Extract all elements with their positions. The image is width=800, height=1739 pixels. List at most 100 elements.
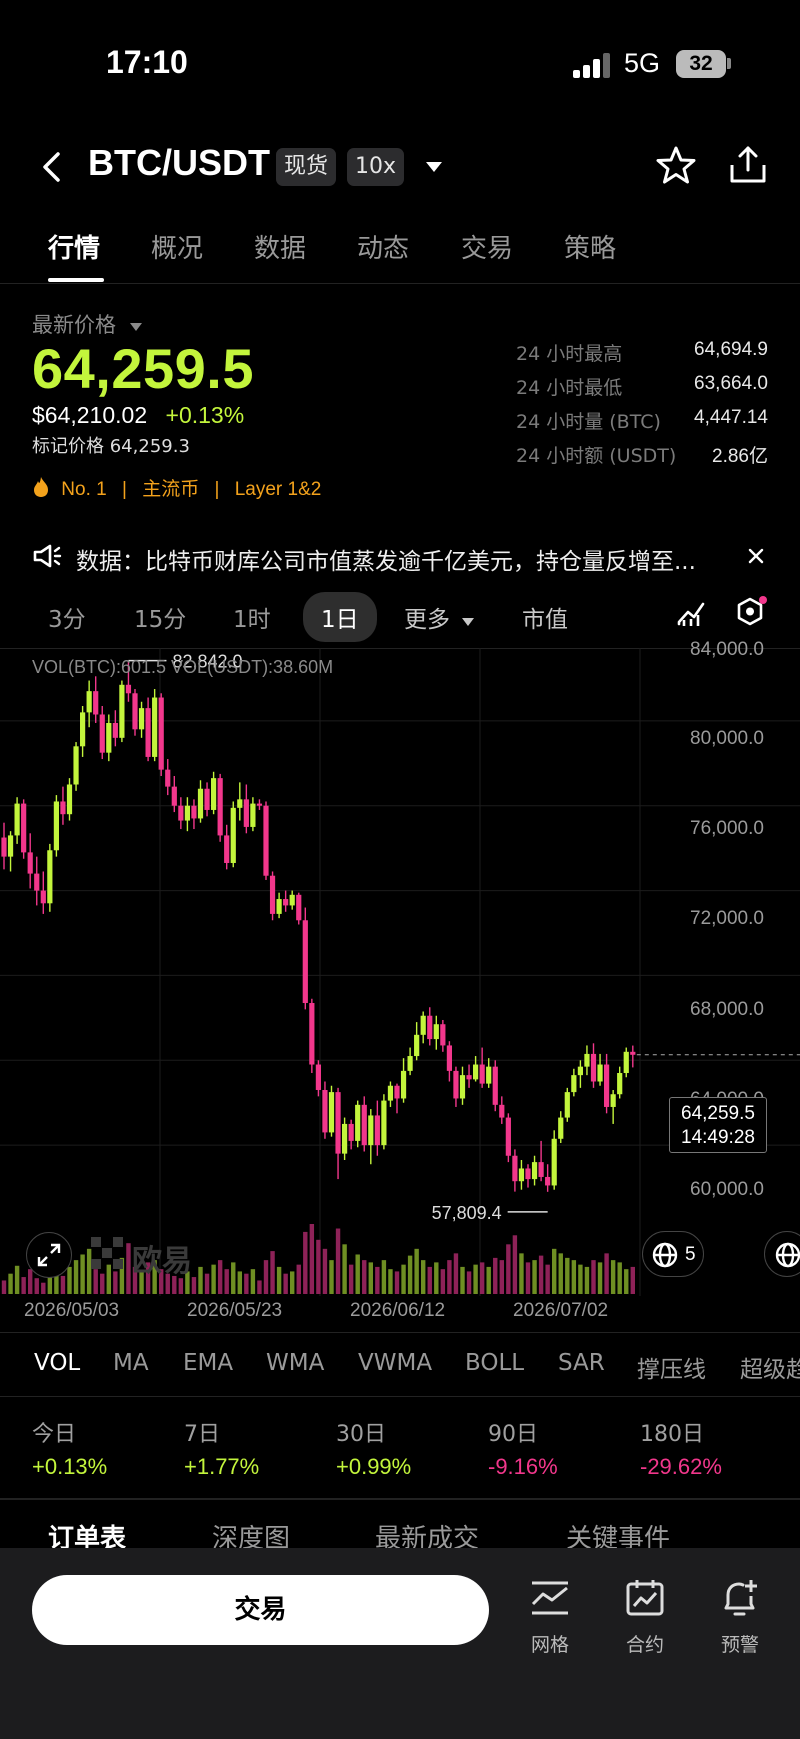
candle-body — [597, 1064, 603, 1082]
contract-button[interactable]: 合约 — [605, 1578, 685, 1656]
candle-body — [237, 799, 243, 808]
volume-bar — [460, 1266, 465, 1294]
pair-title[interactable]: BTC/USDT — [88, 142, 270, 184]
volume-bar — [342, 1244, 347, 1294]
watermark: 欧易 — [132, 1244, 192, 1279]
signal-icon — [573, 52, 613, 78]
candle-body — [165, 769, 171, 787]
star-icon[interactable] — [656, 145, 696, 189]
candle-body — [531, 1162, 538, 1180]
volume-bar — [244, 1273, 249, 1294]
tab-strategy[interactable]: 策略 — [564, 228, 616, 265]
alert-button[interactable]: 预警 — [700, 1578, 780, 1656]
volume-bar — [237, 1271, 242, 1294]
candle-body — [407, 1056, 413, 1071]
candle-body — [414, 1034, 420, 1057]
contract-label: 合约 — [625, 1634, 664, 1656]
volume-bar — [14, 1265, 20, 1294]
timeframe-1d[interactable]: 1日 — [303, 592, 377, 642]
candle-body — [86, 691, 92, 713]
volume-bar — [565, 1257, 570, 1294]
tab-data[interactable]: 数据 — [254, 228, 306, 265]
tab-market[interactable]: 行情 — [48, 228, 100, 265]
expand-chart-button[interactable] — [26, 1232, 72, 1278]
tab-feed[interactable]: 动态 — [357, 228, 409, 265]
current-price-tag: 64,259.5 — [681, 1103, 755, 1124]
indicator-vwma[interactable]: VWMA — [358, 1350, 432, 1376]
share-icon[interactable] — [728, 145, 768, 189]
volume-bar — [610, 1260, 616, 1294]
indicator-support-resistance[interactable]: 撑压线 — [637, 1350, 706, 1384]
candle-body — [93, 691, 99, 715]
indicator-boll[interactable]: BOLL — [465, 1350, 524, 1376]
back-icon[interactable] — [40, 150, 64, 184]
volume-bar — [204, 1273, 210, 1294]
candle-body — [630, 1051, 636, 1055]
battery-tip — [727, 58, 731, 69]
volume-bar — [421, 1260, 426, 1294]
indicator-vol[interactable]: VOL — [34, 1350, 80, 1376]
timeframe-1h[interactable]: 1时 — [233, 600, 271, 634]
volume-bar — [276, 1266, 282, 1294]
indicator-wma[interactable]: WMA — [266, 1350, 324, 1376]
trade-button[interactable]: 交易 — [32, 1575, 489, 1645]
candle-body — [525, 1168, 531, 1180]
category-badge[interactable]: 主流币 — [142, 479, 199, 500]
last-price: 64,259.5 — [32, 337, 254, 400]
indicator-ma[interactable]: MA — [113, 1350, 149, 1376]
candlestick-chart[interactable]: 82,842.057,809.4 — [0, 648, 800, 1296]
candle-body — [152, 697, 158, 757]
news-ticker[interactable]: 数据：比特币财库公司市值蒸发逾千亿美元，持仓量反增至... — [76, 542, 696, 576]
candle-body — [551, 1138, 557, 1186]
volume-bar — [329, 1260, 334, 1294]
events-badge[interactable]: 5 — [642, 1231, 704, 1277]
grid-label: 网格 — [530, 1634, 569, 1656]
timeframe-market-cap[interactable]: 市值 — [522, 600, 568, 634]
volume-bar — [362, 1260, 367, 1294]
okx-logo-icon — [90, 1236, 124, 1274]
timeframe-more-label: 更多 — [404, 607, 450, 633]
tab-overview[interactable]: 概况 — [151, 228, 203, 265]
candle-body — [112, 722, 118, 738]
close-icon[interactable] — [747, 547, 765, 569]
candle-body — [387, 1085, 394, 1101]
y-tick: 80,000.0 — [690, 728, 764, 749]
candle-body — [446, 1045, 452, 1071]
volume-bar — [584, 1266, 590, 1294]
price-change: +0.13% — [165, 402, 245, 428]
tab-trade[interactable]: 交易 — [461, 228, 513, 265]
candle-body — [197, 788, 204, 819]
timeframe-3m[interactable]: 3分 — [48, 600, 86, 634]
stat-value-turnover: 2.86亿 — [712, 446, 768, 467]
chart-settings-icon[interactable] — [734, 594, 770, 634]
volume-bar — [270, 1251, 275, 1294]
candle-body — [466, 1075, 472, 1080]
indicator-chart-icon[interactable] — [676, 598, 706, 632]
volume-bar — [1, 1280, 7, 1294]
timeframe-more[interactable]: 更多 — [404, 600, 475, 634]
candle-body — [400, 1070, 407, 1099]
indicator-supertrend[interactable]: 超级趋 — [740, 1346, 800, 1380]
candle-body — [296, 894, 302, 921]
indicator-ema[interactable]: EMA — [183, 1350, 233, 1376]
rank-badge[interactable]: No. 1 — [61, 479, 106, 500]
candle-body — [538, 1162, 544, 1177]
volume-bar — [126, 1243, 131, 1294]
last-price-label[interactable]: 最新价格 — [32, 309, 143, 339]
volume-bar — [303, 1231, 308, 1294]
candle-body — [21, 803, 27, 853]
volume-bar — [499, 1260, 504, 1294]
layer-badge[interactable]: Layer 1&2 — [235, 479, 322, 500]
candle-body — [99, 714, 105, 753]
timeframe-15m[interactable]: 15分 — [134, 600, 186, 634]
grid-icon — [531, 1581, 568, 1615]
globe-icon — [775, 1242, 800, 1268]
grid-bot-button[interactable]: 网格 — [510, 1578, 590, 1656]
volume-bar — [532, 1260, 537, 1294]
volume-bar — [283, 1273, 288, 1294]
perf-divider — [0, 1498, 800, 1500]
indicator-sar[interactable]: SAR — [558, 1350, 605, 1376]
pair-dropdown-icon[interactable] — [424, 159, 444, 179]
volume-bar — [381, 1260, 387, 1294]
volume-bar — [41, 1282, 46, 1294]
